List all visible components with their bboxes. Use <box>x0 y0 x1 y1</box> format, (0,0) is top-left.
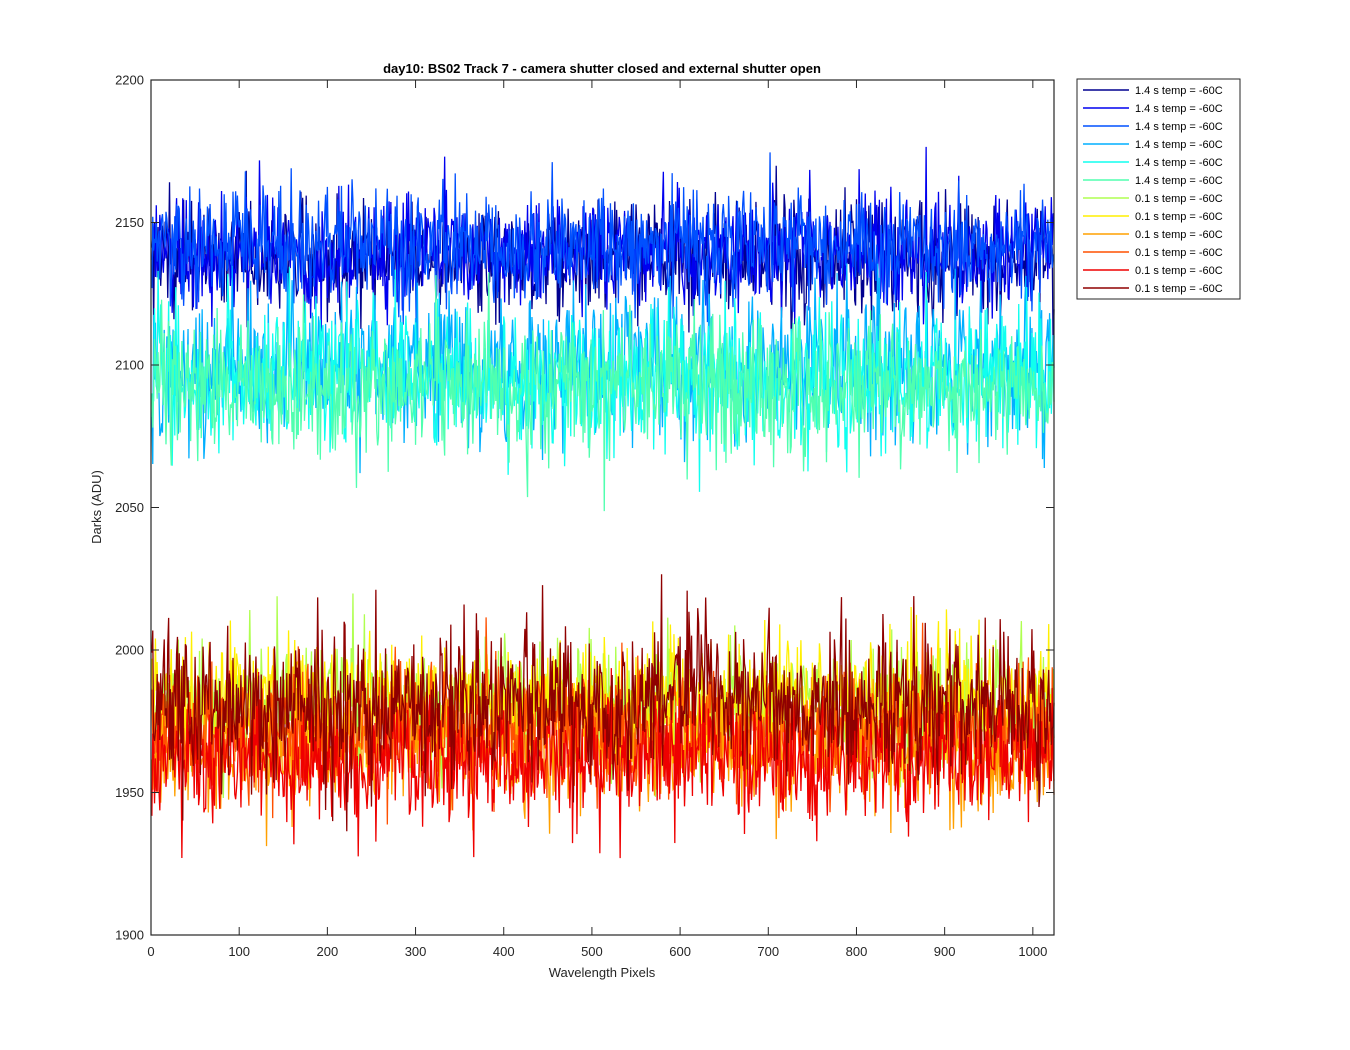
chart: 0 100 200 300 400 500 600 700 800 900 1000 1900 195… <box>0 0 1350 1050</box>
legend-label: 0.1 s temp = -60C <box>1135 265 1223 277</box>
x-axis-label: Wavelength Pixels <box>549 965 656 980</box>
legend-label: 1.4 s temp = -60C <box>1135 103 1223 115</box>
chart-title: day10: BS02 Track 7 - camera shutter clo… <box>383 61 821 76</box>
y-tick-label: 1900 <box>115 928 144 943</box>
x-tick-label: 800 <box>846 944 868 959</box>
x-tick-label: 500 <box>581 944 603 959</box>
y-tick-label: 2200 <box>115 73 144 88</box>
y-axis-label: Darks (ADU) <box>89 470 104 544</box>
legend-label: 0.1 s temp = -60C <box>1135 247 1223 259</box>
x-tick-label: 600 <box>669 944 691 959</box>
legend-label: 1.4 s temp = -60C <box>1135 85 1223 97</box>
legend: 1.4 s temp = -60C 1.4 s temp = -60C 1.4 s … <box>1076 78 1241 300</box>
x-tick-label: 1000 <box>1018 944 1047 959</box>
y-tick-label: 2150 <box>115 215 144 230</box>
legend-label: 1.4 s temp = -60C <box>1135 157 1223 169</box>
x-tick-label: 900 <box>934 944 956 959</box>
x-tick-label: 300 <box>405 944 427 959</box>
x-tick-label: 700 <box>757 944 779 959</box>
legend-label: 1.4 s temp = -60C <box>1135 139 1223 151</box>
y-tick-label: 2000 <box>115 643 144 658</box>
legend-label: 1.4 s temp = -60C <box>1135 175 1223 187</box>
y-tick-label: 2100 <box>115 358 144 373</box>
y-tick-label: 2050 <box>115 500 144 515</box>
legend-label: 0.1 s temp = -60C <box>1135 211 1223 223</box>
legend-label: 1.4 s temp = -60C <box>1135 121 1223 133</box>
y-tick-label: 1950 <box>115 785 144 800</box>
x-tick-label: 400 <box>493 944 515 959</box>
x-tick-label: 200 <box>317 944 339 959</box>
x-tick-label: 0 <box>147 944 154 959</box>
legend-label: 0.1 s temp = -60C <box>1135 283 1223 295</box>
legend-label: 0.1 s temp = -60C <box>1135 229 1223 241</box>
legend-label: 0.1 s temp = -60C <box>1135 193 1223 205</box>
x-tick-label: 100 <box>228 944 250 959</box>
